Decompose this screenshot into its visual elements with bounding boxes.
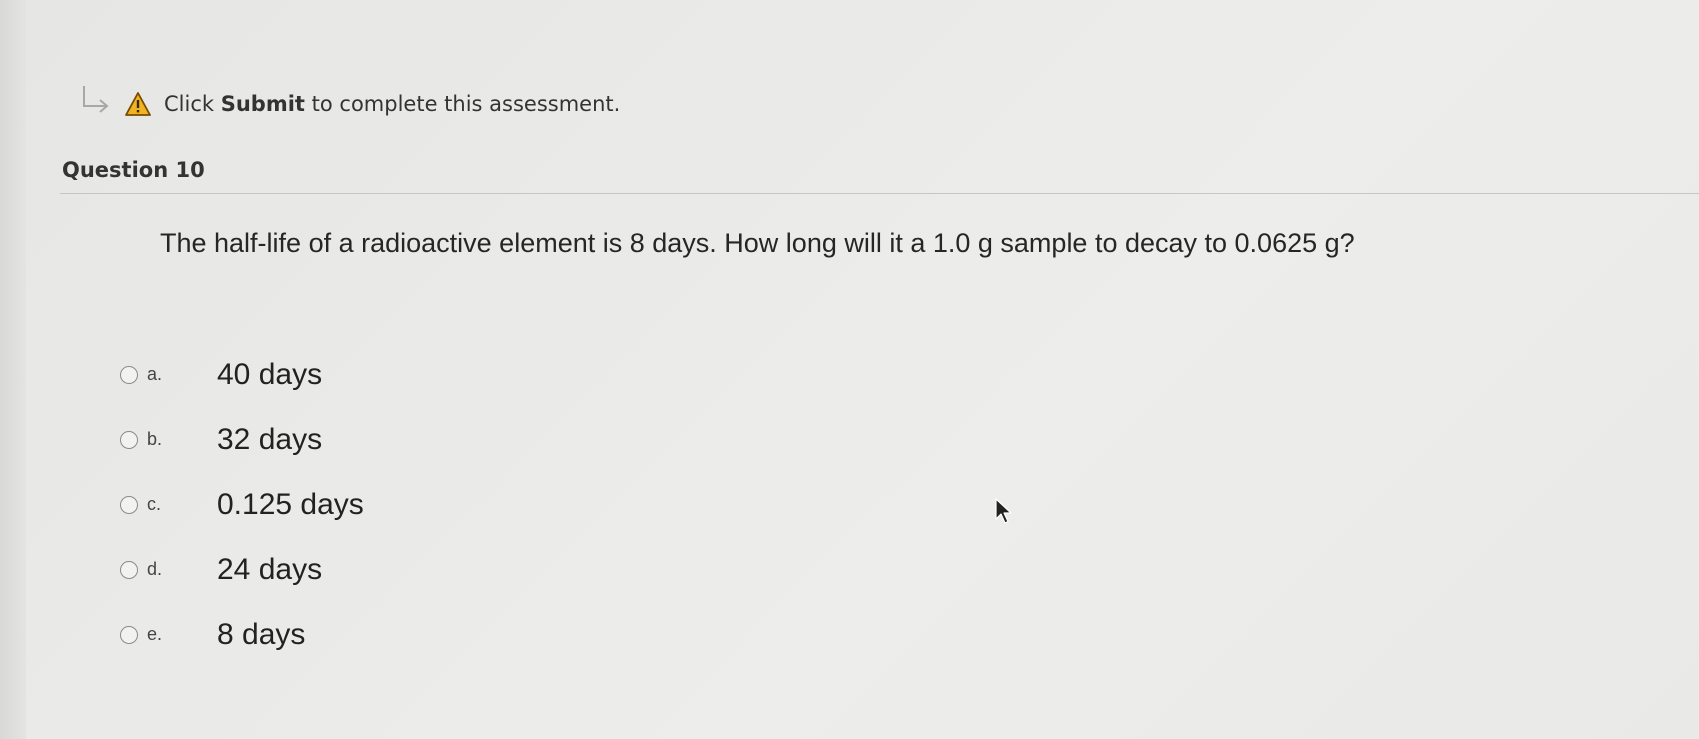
question-header: Question 10 (62, 158, 205, 182)
radio-button-b[interactable] (120, 430, 138, 449)
option-a[interactable]: a. 40 days (120, 342, 364, 407)
warning-icon (125, 92, 151, 116)
radio-button-a[interactable] (120, 365, 138, 384)
radio-button-e[interactable] (120, 625, 138, 644)
option-e[interactable]: e. 8 days (120, 602, 364, 667)
option-text[interactable]: 24 days (217, 553, 322, 587)
option-text[interactable]: 0.125 days (217, 488, 364, 522)
left-edge (0, 0, 26, 739)
option-text[interactable]: 32 days (217, 423, 322, 457)
radio-button-c[interactable] (120, 495, 138, 514)
mouse-cursor-icon (995, 498, 1012, 524)
option-b[interactable]: b. 32 days (120, 407, 364, 472)
option-text[interactable]: 8 days (217, 618, 305, 652)
notice-suffix: to complete this assessment. (311, 92, 621, 116)
notice-text: Click Submit to complete this assessment… (164, 92, 620, 116)
submit-notice: Click Submit to complete this assessment… (80, 84, 620, 124)
option-c[interactable]: c. 0.125 days (120, 472, 364, 537)
radio-button-d[interactable] (120, 560, 138, 579)
return-arrow-icon (83, 86, 109, 113)
notice-prefix: Click (164, 92, 215, 116)
option-letter: a. (147, 364, 163, 384)
option-letter: c. (147, 494, 162, 514)
option-letter: b. (147, 429, 163, 449)
notice-submit-word: Submit (220, 92, 305, 116)
question-text: The half-life of a radioactive element i… (160, 228, 1355, 258)
option-text[interactable]: 40 days (217, 358, 322, 392)
header-divider (60, 193, 1699, 194)
option-d[interactable]: d. 24 days (120, 537, 364, 602)
option-letter: e. (147, 624, 163, 644)
answer-options: a. 40 days b. 32 days c. 0.125 days d. 2… (120, 342, 364, 667)
option-letter: d. (147, 559, 163, 579)
